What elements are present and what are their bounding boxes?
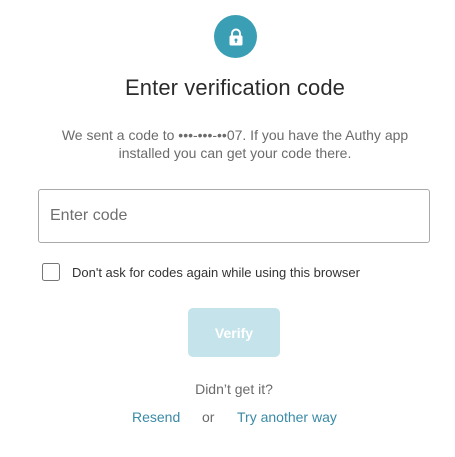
resend-link[interactable]: Resend <box>132 409 180 425</box>
verify-button[interactable]: Verify <box>188 308 280 357</box>
page-title: Enter verification code <box>125 75 345 100</box>
remember-browser-row[interactable]: Don't ask for codes again while using th… <box>42 263 360 281</box>
didnt-get-it-text: Didn’t get it? <box>195 381 273 397</box>
lock-badge <box>214 15 257 58</box>
try-another-way-link[interactable]: Try another way <box>237 409 337 425</box>
remember-browser-label[interactable]: Don't ask for codes again while using th… <box>72 265 360 280</box>
code-sent-message: We sent a code to •••-•••-••07. If you h… <box>61 127 409 161</box>
verification-code-input[interactable] <box>38 189 430 243</box>
lock-icon <box>229 28 242 45</box>
remember-browser-checkbox[interactable] <box>42 263 60 281</box>
or-separator: or <box>202 409 215 425</box>
